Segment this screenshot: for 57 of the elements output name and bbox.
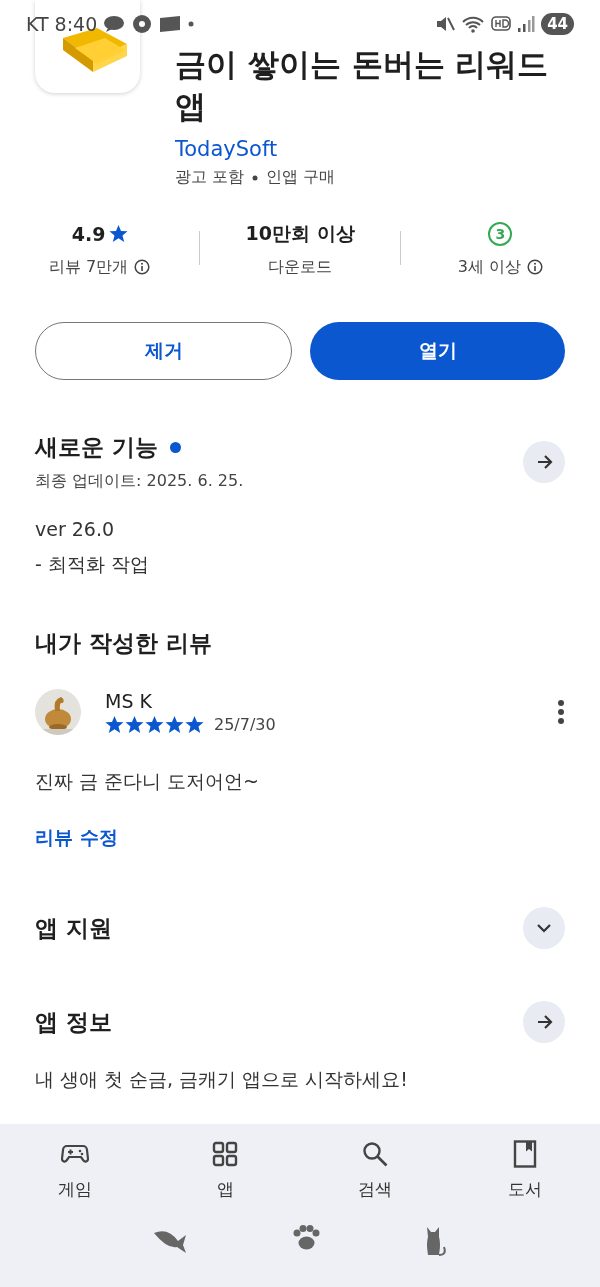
book-icon bbox=[511, 1140, 539, 1168]
chat-bubble-icon bbox=[103, 15, 126, 33]
app-description: 내 생애 첫 순금, 금캐기 앱으로 시작하세요! bbox=[34, 1067, 409, 1092]
stat-label: 다운로드 bbox=[268, 256, 332, 278]
expand-button[interactable] bbox=[523, 907, 565, 949]
battery-level: 44 bbox=[541, 13, 574, 35]
cat-icon bbox=[424, 1225, 448, 1259]
arrow-button[interactable] bbox=[523, 441, 565, 483]
wifi-icon bbox=[461, 14, 486, 34]
star-icon bbox=[125, 715, 144, 734]
open-button[interactable]: 열기 bbox=[310, 322, 565, 380]
stat-label: 3세 이상 bbox=[457, 256, 521, 278]
info-icon[interactable] bbox=[134, 259, 151, 275]
grid-icon bbox=[211, 1140, 239, 1168]
section-title: 새로운 기능 bbox=[35, 433, 158, 462]
stat-label: 리뷰 7만개 bbox=[49, 256, 129, 278]
hd-icon bbox=[491, 15, 512, 33]
star-icon bbox=[105, 715, 124, 734]
flag-icon bbox=[159, 15, 182, 33]
star-icon bbox=[165, 715, 184, 734]
release-note: ver 26.0 bbox=[34, 518, 116, 540]
section-title: 앱 지원 bbox=[35, 913, 112, 943]
developer-link[interactable]: TodaySoft bbox=[175, 137, 575, 161]
mute-icon bbox=[435, 14, 456, 34]
carrier-name: KT bbox=[26, 13, 49, 35]
nav-tab[interactable]: 검색 bbox=[300, 1140, 450, 1201]
info-icon[interactable] bbox=[526, 259, 543, 275]
release-note: - 최적화 작업 bbox=[34, 552, 150, 577]
more-icon[interactable] bbox=[557, 699, 565, 725]
nav-tab[interactable]: 앱 bbox=[150, 1140, 300, 1201]
section-title: 내가 작성한 리뷰 bbox=[35, 629, 212, 658]
nav-tab[interactable]: 도서 bbox=[450, 1140, 600, 1201]
signal-icon bbox=[517, 15, 536, 33]
new-dot bbox=[170, 442, 181, 453]
arrow-button[interactable] bbox=[523, 1001, 565, 1043]
star-icon bbox=[108, 224, 128, 243]
download-count: 10만회 이상 bbox=[245, 220, 355, 246]
star-icon bbox=[185, 715, 204, 734]
nav-tab[interactable]: 게임 bbox=[0, 1140, 150, 1201]
rating-value: 4.9 bbox=[71, 222, 106, 245]
app-title: 금이 쌓이는 돈버는 리워드 앱 bbox=[175, 45, 550, 126]
age-rating-badge: 3 bbox=[488, 221, 513, 246]
clock-time: 8:40 bbox=[54, 13, 98, 35]
edit-review-link[interactable]: 리뷰 수정 bbox=[0, 825, 153, 851]
update-date: 최종 업데이트: 2025. 6. 25. bbox=[35, 471, 245, 492]
search-icon bbox=[361, 1140, 389, 1168]
review-date: 25/7/30 bbox=[214, 715, 276, 734]
section-title: 앱 정보 bbox=[35, 1007, 112, 1037]
star-icon bbox=[145, 715, 164, 734]
review-text: 진짜 금 준다니 도저어언~ bbox=[34, 769, 261, 794]
paw-icon bbox=[292, 1225, 320, 1251]
app-tag: 광고 포함 bbox=[175, 167, 245, 188]
dot-icon bbox=[187, 20, 196, 28]
reviewer-name: MS K bbox=[105, 690, 153, 712]
bullet-icon bbox=[252, 174, 259, 181]
uninstall-button[interactable]: 제거 bbox=[35, 322, 292, 380]
app-tag: 인앱 구매 bbox=[266, 167, 336, 188]
